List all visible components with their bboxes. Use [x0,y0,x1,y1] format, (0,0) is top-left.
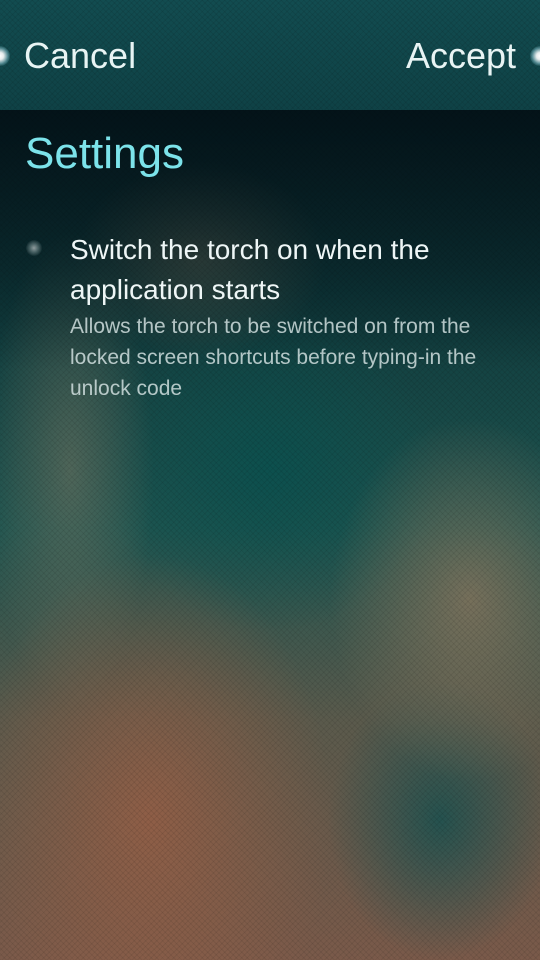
switch-description: Allows the torch to be switched on from … [70,315,477,400]
accept-button[interactable]: Accept [406,30,516,82]
torch-on-start-switch[interactable]: Switch the torch on when the application… [0,224,540,414]
switch-indicator-icon [26,240,42,256]
dialog-header: Cancel Accept [0,0,540,110]
page-title: Settings [25,129,184,178]
accept-glow-indicator [530,46,540,66]
cancel-glow-indicator [0,46,10,66]
switch-label: Switch the torch on when the application… [70,234,430,305]
cancel-button[interactable]: Cancel [24,30,136,82]
